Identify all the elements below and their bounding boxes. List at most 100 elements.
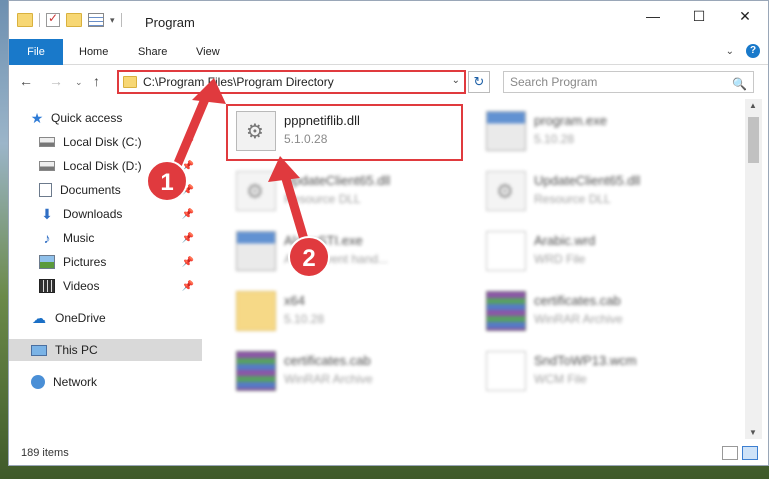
pictures-icon xyxy=(39,255,55,269)
sidebar-item-videos[interactable]: Videos 📌 xyxy=(9,275,202,297)
customize-toolbar-icon[interactable]: ▾ xyxy=(110,15,115,26)
highlight-box xyxy=(226,104,463,161)
file-name: certificates.cab xyxy=(284,353,371,368)
exe-icon xyxy=(236,231,276,271)
pin-icon[interactable]: 📌 xyxy=(182,137,194,148)
properties-icon[interactable] xyxy=(88,13,104,27)
sidebar-item-this-pc[interactable]: This PC xyxy=(9,339,202,361)
sidebar-item-network[interactable]: Network xyxy=(9,371,202,393)
file-item[interactable]: certificates.cab WinRAR Archive xyxy=(480,283,720,335)
sidebar-item-label: Quick access xyxy=(51,111,123,125)
quick-access-toolbar: ▾ xyxy=(17,11,122,27)
file-name: Arabic.wrd xyxy=(534,233,596,248)
sidebar-item-label: This PC xyxy=(55,343,98,357)
tab-share[interactable]: Share xyxy=(126,39,179,65)
scrollbar-thumb[interactable] xyxy=(748,117,759,163)
tab-view[interactable]: View xyxy=(184,39,232,65)
pin-icon[interactable]: 📌 xyxy=(182,281,194,292)
tab-home[interactable]: Home xyxy=(67,39,120,65)
ribbon-right: ⌄ ? xyxy=(726,44,760,58)
file-item[interactable]: UpdateClient65.dll Resource DLL xyxy=(480,163,720,215)
window-controls: — ☐ ✕ xyxy=(630,1,768,31)
ribbon-tabs: File Home Share View ⌄ ? xyxy=(9,39,768,65)
vertical-scrollbar[interactable]: ▲ ▼ xyxy=(745,99,762,439)
file-item[interactable]: program.exe 5.10.28 xyxy=(480,103,720,155)
pin-icon[interactable]: 📌 xyxy=(182,209,194,220)
pin-icon[interactable]: 📌 xyxy=(182,233,194,244)
sidebar-item-label: Local Disk (C:) xyxy=(63,135,142,149)
file-item[interactable]: Arabic.wrd WRD File xyxy=(480,223,720,275)
scroll-up-arrow-icon[interactable]: ▲ xyxy=(749,101,757,110)
toolbar-divider xyxy=(39,13,40,27)
address-dropdown-icon[interactable]: ⌄ xyxy=(452,75,460,86)
address-row: ← → ⌄ ↑ C:\Program Files\Program Directo… xyxy=(9,65,768,99)
dll-gear-icon xyxy=(486,171,526,211)
document-icon xyxy=(486,231,526,271)
file-item[interactable]: AlarmSTI.exe Alarm event hand... xyxy=(230,223,470,275)
tab-file[interactable]: File xyxy=(9,39,63,65)
expand-ribbon-icon[interactable]: ⌄ xyxy=(726,46,734,57)
sidebar-item-music[interactable]: ♪ Music 📌 xyxy=(9,227,202,249)
forward-arrow-icon[interactable]: → xyxy=(49,73,63,89)
drive-icon xyxy=(39,161,55,171)
winrar-icon xyxy=(486,291,526,331)
onedrive-cloud-icon: ☁ xyxy=(32,310,46,326)
file-type: WRD File xyxy=(534,252,586,266)
tiles-view-icon[interactable] xyxy=(742,446,758,460)
exe-icon xyxy=(486,111,526,151)
close-button[interactable]: ✕ xyxy=(722,1,768,31)
back-arrow-icon[interactable]: ← xyxy=(19,73,33,89)
annotation-badge-2: 2 xyxy=(288,236,330,278)
status-bar: 189 items xyxy=(9,441,768,465)
document-icon xyxy=(486,351,526,391)
computer-icon xyxy=(31,344,47,356)
sidebar-item-label: Local Disk (D:) xyxy=(63,159,142,173)
recent-locations-icon[interactable]: ⌄ xyxy=(75,77,83,88)
file-name: SndToWP13.wcm xyxy=(534,353,637,368)
address-bar[interactable]: C:\Program Files\Program Directory ⌄ xyxy=(117,70,466,94)
sidebar-item-label: Videos xyxy=(63,279,100,293)
sidebar-item-label: Pictures xyxy=(63,255,107,269)
minimize-button[interactable]: — xyxy=(630,1,676,31)
pin-icon[interactable]: 📌 xyxy=(182,257,194,268)
annotation-badge-1: 1 xyxy=(146,160,188,202)
documents-icon xyxy=(39,183,52,197)
new-folder-icon[interactable] xyxy=(66,13,82,27)
sidebar-item-onedrive[interactable]: ☁ OneDrive xyxy=(9,307,202,329)
up-arrow-icon[interactable]: ↑ xyxy=(93,73,100,89)
sidebar-item-quick-access[interactable]: ★ Quick access xyxy=(9,107,202,129)
file-type: WinRAR Archive xyxy=(284,372,373,386)
explorer-window: ▾ Program — ☐ ✕ File Home Share View ⌄ ?… xyxy=(8,0,769,466)
details-view-icon[interactable] xyxy=(722,446,738,460)
file-name: program.exe xyxy=(534,113,607,128)
maximize-button[interactable]: ☐ xyxy=(676,1,722,31)
search-placeholder: Search Program xyxy=(510,75,598,89)
file-item[interactable]: SndToWP13.wcm WCM File xyxy=(480,343,720,395)
sidebar-item-pictures[interactable]: Pictures 📌 xyxy=(9,251,202,273)
folder-icon xyxy=(123,76,137,88)
file-type: WinRAR Archive xyxy=(534,312,623,326)
winrar-icon xyxy=(236,351,276,391)
star-icon: ★ xyxy=(30,109,44,126)
address-path[interactable]: C:\Program Files\Program Directory xyxy=(143,75,334,89)
toolbar-divider xyxy=(120,13,122,27)
refresh-button[interactable]: ↻ xyxy=(468,71,490,93)
navigation-pane: ★ Quick access Local Disk (C:) 📌 Local D… xyxy=(9,99,202,439)
search-icon[interactable]: 🔍 xyxy=(732,74,747,94)
sidebar-item-label: Network xyxy=(53,375,98,389)
file-item[interactable]: UpdateClient65.dll Resource DLL xyxy=(230,163,470,215)
file-item[interactable]: x64 5.10.28 xyxy=(230,283,470,335)
file-name: certificates.cab xyxy=(534,293,621,308)
file-type: Resource DLL xyxy=(534,192,611,206)
folder-icon[interactable] xyxy=(17,13,33,27)
file-name: UpdateClient65.dll xyxy=(534,173,641,188)
scroll-down-arrow-icon[interactable]: ▼ xyxy=(749,428,757,437)
sidebar-item-local-disk-c[interactable]: Local Disk (C:) 📌 xyxy=(9,131,202,153)
file-name: x64 xyxy=(284,293,305,308)
sidebar-item-label: Downloads xyxy=(63,207,123,221)
file-item[interactable]: certificates.cab WinRAR Archive xyxy=(230,343,470,395)
sidebar-item-downloads[interactable]: ⬇ Downloads 📌 xyxy=(9,203,202,225)
properties-check-icon[interactable] xyxy=(46,11,60,27)
help-icon[interactable]: ? xyxy=(746,44,760,58)
search-input[interactable]: Search Program 🔍 xyxy=(503,71,754,93)
